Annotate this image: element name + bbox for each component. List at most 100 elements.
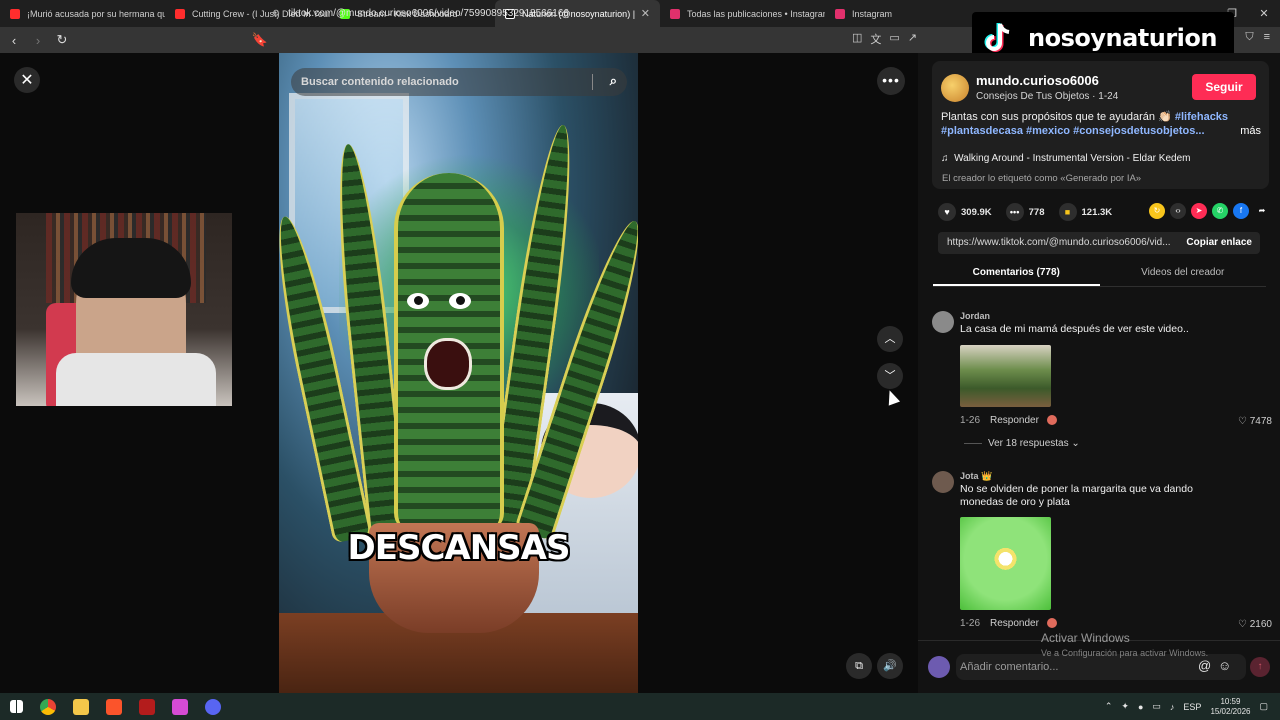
- chrome-icon[interactable]: [40, 698, 56, 715]
- comment-username[interactable]: Jordan: [960, 311, 990, 321]
- comment-meta: 1-26 Responder: [960, 415, 1057, 426]
- speaker-icon[interactable]: ♪: [1170, 702, 1175, 712]
- repost-icon[interactable]: ↻: [1149, 203, 1165, 219]
- notifications-icon[interactable]: ▢: [1259, 701, 1268, 712]
- music-line[interactable]: ♫ Walking Around - Instrumental Version …: [941, 153, 1190, 164]
- file-explorer-icon[interactable]: [73, 698, 89, 715]
- forward-share-icon[interactable]: ➦: [1254, 203, 1270, 219]
- comment-username[interactable]: Jota 👑: [960, 471, 992, 482]
- next-video-button[interactable]: ﹀: [877, 363, 903, 389]
- video-search-input[interactable]: Buscar contenido relacionado ⌕: [291, 68, 627, 96]
- app-icon[interactable]: [139, 698, 155, 715]
- more-description-link[interactable]: más: [1240, 124, 1261, 138]
- bookmark-icon[interactable]: ■: [1058, 203, 1077, 221]
- chevron-up-icon[interactable]: ⌃: [1105, 701, 1113, 712]
- tab-comments[interactable]: Comentarios (778): [933, 263, 1100, 286]
- creator-avatar[interactable]: [941, 74, 969, 102]
- heart-icon[interactable]: ♥: [938, 203, 956, 221]
- whatsapp-icon[interactable]: ✆: [1212, 203, 1228, 219]
- heart-outline-icon[interactable]: ♡: [1238, 619, 1247, 630]
- share-icon[interactable]: ↗: [908, 31, 917, 47]
- emoji-icon[interactable]: ☺: [1218, 658, 1231, 673]
- video-player[interactable]: DESCANSAS Buscar contenido relacionado ⌕: [279, 53, 638, 693]
- translate-icon[interactable]: 文: [870, 31, 881, 47]
- save-stat[interactable]: ■ 121.3K: [1058, 203, 1112, 221]
- music-title: Walking Around - Instrumental Version - …: [954, 153, 1191, 164]
- send-icon[interactable]: ➤: [1191, 203, 1207, 219]
- windows-activation-subtitle: Ve a Configuración para activar Windows.: [1041, 648, 1209, 658]
- comment-date: 1-26: [960, 618, 981, 629]
- reader-icon[interactable]: ◫: [852, 31, 862, 47]
- follow-button[interactable]: Seguir: [1192, 74, 1256, 100]
- comment-text: La casa de mi mamá después de ver este v…: [960, 323, 1189, 335]
- comment-image[interactable]: [960, 345, 1051, 407]
- panel-tabs: Comentarios (778) Videos del creador: [933, 263, 1266, 287]
- previous-video-button[interactable]: ︿: [877, 326, 903, 352]
- chevron-down-icon: ⌄: [1071, 438, 1080, 449]
- language-indicator[interactable]: ESP: [1183, 702, 1201, 712]
- network-icon[interactable]: ▭: [1152, 701, 1161, 712]
- volume-button[interactable]: 🔊: [877, 653, 903, 679]
- facebook-icon[interactable]: f: [1233, 203, 1249, 219]
- view-replies-button[interactable]: Ver 18 respuestas ⌄: [964, 438, 1080, 449]
- bluetooth-icon[interactable]: ✦: [1121, 701, 1129, 712]
- reload-icon[interactable]: ↻: [52, 32, 72, 48]
- creator-username[interactable]: mundo.curioso6006: [976, 73, 1099, 88]
- picture-in-picture-button[interactable]: ⧉: [846, 653, 872, 679]
- comment-date: 1-26: [960, 415, 981, 426]
- comment-icon[interactable]: •••: [1005, 203, 1024, 221]
- comment-avatar[interactable]: [932, 311, 954, 333]
- search-icon[interactable]: ⌕: [610, 73, 617, 89]
- comment-stat[interactable]: ••• 778: [1005, 203, 1045, 221]
- music-note-icon: ♫: [941, 153, 949, 164]
- app-icon[interactable]: [172, 698, 188, 715]
- comment-likes[interactable]: ♡ 7478: [1238, 416, 1272, 427]
- close-video-button[interactable]: ✕: [14, 67, 40, 93]
- url-field[interactable]: ⚙ tiktok.com/@mundo.curioso6006/video/75…: [272, 4, 972, 22]
- comment-likes[interactable]: ♡ 2160: [1238, 619, 1272, 630]
- like-stat[interactable]: ♥ 309.9K: [938, 203, 992, 221]
- bookmark-icon[interactable]: 🔖: [250, 32, 270, 48]
- heart-outline-icon[interactable]: ♡: [1238, 416, 1247, 427]
- mention-icon[interactable]: @: [1198, 658, 1211, 673]
- toolbar-right-icons: ⛉ ≡: [1245, 31, 1270, 44]
- microphone-icon[interactable]: ●: [1138, 702, 1143, 712]
- current-user-avatar: [928, 656, 950, 678]
- creator-liked-icon: [1046, 618, 1057, 629]
- discord-icon[interactable]: [205, 698, 221, 715]
- windows-start-icon[interactable]: [10, 700, 23, 713]
- brave-icon[interactable]: [106, 698, 122, 715]
- webcam-overlay: [16, 213, 232, 406]
- site-info-icon[interactable]: ⚙: [272, 8, 280, 19]
- comment-image[interactable]: [960, 517, 1051, 610]
- plant-mouth: [424, 338, 472, 390]
- hashtag[interactable]: #lifehacks: [1175, 111, 1228, 123]
- close-window-icon[interactable]: ✕: [1248, 7, 1280, 20]
- shield-icon[interactable]: ⛉: [1245, 31, 1253, 44]
- clock-date: 15/02/2026: [1210, 706, 1251, 716]
- channel-name: nosoynaturion: [1028, 24, 1217, 52]
- hashtag[interactable]: #plantasdecasa: [941, 125, 1023, 137]
- browser-tab-1[interactable]: ¡Murió acusada por su hermana que: [0, 0, 165, 27]
- like-count: 309.9K: [961, 206, 992, 218]
- video-description: Plantas con sus propósitos que te ayudar…: [941, 110, 1261, 138]
- hashtag[interactable]: #mexico: [1026, 125, 1070, 137]
- more-options-button[interactable]: •••: [877, 67, 905, 95]
- reply-button[interactable]: Responder: [990, 415, 1039, 426]
- comment-avatar[interactable]: [932, 471, 954, 493]
- send-comment-icon[interactable]: ↑: [1250, 657, 1270, 677]
- cast-icon[interactable]: ▭: [889, 31, 899, 47]
- plant-eye: [407, 293, 429, 309]
- comment-like-count: 7478: [1249, 416, 1272, 427]
- clock[interactable]: 10:59 15/02/2026: [1210, 697, 1250, 717]
- video-link-field[interactable]: https://www.tiktok.com/@mundo.curioso600…: [938, 232, 1260, 254]
- tab-creator-videos[interactable]: Videos del creador: [1100, 263, 1267, 286]
- embed-icon[interactable]: ‹›: [1170, 203, 1186, 219]
- copy-link-button[interactable]: Copiar enlace: [1186, 232, 1252, 254]
- hashtag[interactable]: #consejosdetusobjetos...: [1073, 125, 1204, 137]
- forward-icon[interactable]: ›: [28, 33, 48, 48]
- streamer-shirt: [56, 353, 216, 406]
- menu-icon[interactable]: ≡: [1264, 31, 1270, 44]
- reply-button[interactable]: Responder: [990, 618, 1039, 629]
- back-icon[interactable]: ‹: [4, 33, 24, 48]
